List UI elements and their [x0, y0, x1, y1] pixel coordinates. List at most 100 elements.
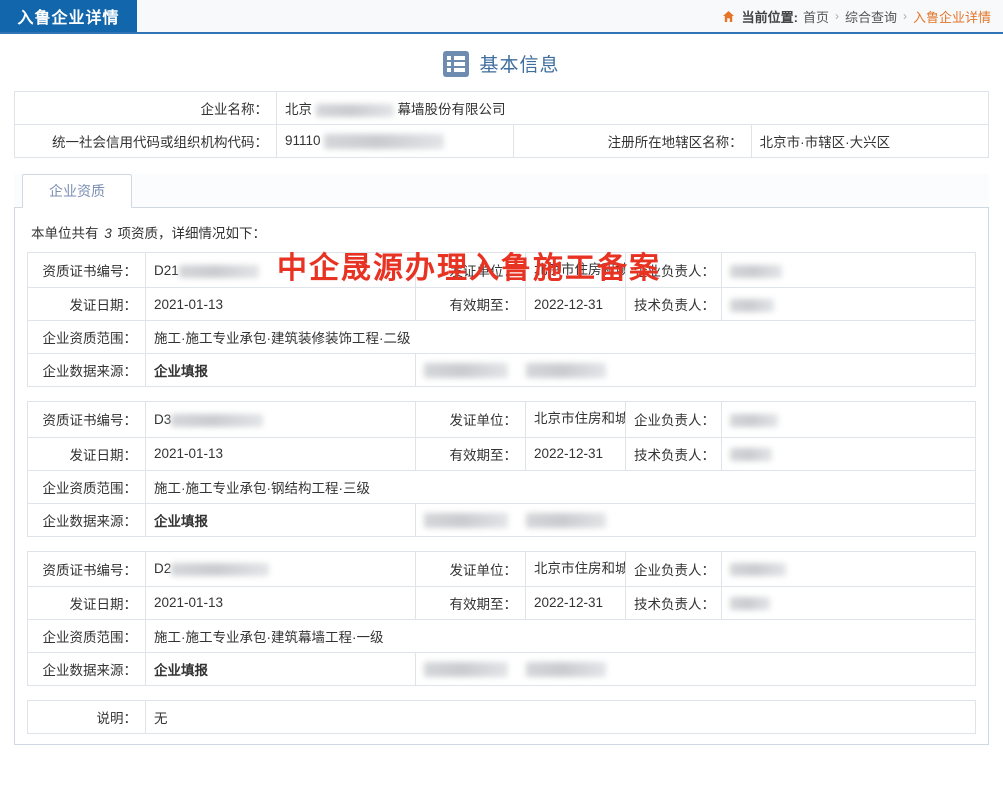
summary-count: 3: [104, 226, 112, 241]
basic-info-table: 企业名称： 北京 幕墙股份有限公司 统一社会信用代码或组织机构代码： 91110…: [14, 91, 990, 158]
cert-no-label: 资质证书编号：: [27, 550, 146, 587]
legal-rep-label: 企业负责人：: [625, 251, 722, 289]
table-row: 说明： 无: [27, 699, 976, 734]
issue-date-value: 2021-01-13: [145, 436, 416, 471]
table-row: 统一社会信用代码或组织机构代码： 91110 注册所在地辖区名称： 北京市·市辖…: [14, 124, 990, 158]
scope-label: 企业资质范围：: [27, 618, 146, 653]
top-bar: 入鲁企业详情 当前位置: 首页 › 综合查询 › 入鲁企业详情: [0, 0, 1003, 34]
source-value: 企业填报: [145, 353, 416, 388]
tech-rep-label: 技术负责人：: [625, 585, 722, 620]
qualification-block: 资质证书编号： D3 发证单位： 北京市住房和城乡建设委员会 企业负责人： 发证…: [27, 401, 976, 537]
breadcrumb: 当前位置: 首页 › 综合查询 › 入鲁企业详情: [137, 0, 1003, 32]
redacted-block: [315, 103, 394, 117]
legal-rep-label: 企业负责人：: [625, 401, 722, 438]
qualification-table: 资质证书编号： D21 发证单位： 北京市住房和城乡建设委员会 企业负责人： 发…: [27, 251, 976, 388]
legal-rep-value: [721, 550, 976, 587]
redacted-block: [424, 363, 508, 379]
table-row: 企业数据来源： 企业填报: [27, 502, 976, 537]
scope-value: 施工·施工专业承包·建筑幕墙工程·一级: [145, 618, 976, 653]
cert-no-prefix: D21: [154, 262, 179, 278]
tech-rep-label: 技术负责人：: [625, 287, 722, 322]
qualification-summary: 本单位共有 3 项资质，详细情况如下：: [31, 222, 976, 242]
table-row: 发证日期： 2021-01-13 有效期至： 2022-12-31 技术负责人：: [27, 585, 976, 620]
note-table: 说明： 无: [27, 699, 976, 734]
redacted-block: [171, 413, 264, 427]
table-row: 企业数据来源： 企业填报: [27, 353, 976, 388]
legal-rep-label: 企业负责人：: [625, 550, 722, 587]
cert-no-label: 资质证书编号：: [27, 251, 146, 289]
tech-rep-value: [721, 287, 976, 322]
table-row: 资质证书编号： D2 发证单位： 北京市住房和城乡建设委员会 企业负责人：: [27, 550, 976, 587]
redacted-block: [730, 298, 774, 312]
scope-label: 企业资质范围：: [27, 469, 146, 504]
breadcrumb-item-current: 入鲁企业详情: [912, 9, 991, 25]
redacted-block: [424, 512, 508, 528]
redacted-block: [324, 133, 445, 149]
qualification-table: 资质证书编号： D3 发证单位： 北京市住房和城乡建设委员会 企业负责人： 发证…: [27, 401, 976, 537]
credit-code-label: 统一社会信用代码或组织机构代码：: [14, 124, 277, 158]
cert-no-value: D21: [145, 251, 416, 289]
list-icon: [443, 50, 470, 77]
qualification-table: 资质证书编号： D2 发证单位： 北京市住房和城乡建设委员会 企业负责人： 发证…: [27, 550, 976, 686]
valid-until-value: 2022-12-31: [525, 287, 626, 322]
issue-date-value: 2021-01-13: [145, 585, 416, 620]
redacted-block: [730, 447, 772, 461]
note-label: 说明：: [27, 699, 146, 734]
basic-info-title: 基本信息: [479, 55, 560, 76]
issue-date-label: 发证日期：: [27, 287, 146, 322]
qualification-tab-panel: 企业资质 本单位共有 3 项资质，详细情况如下： 资质证书编号： D21 发证单…: [14, 174, 989, 745]
breadcrumb-item-home[interactable]: 首页: [803, 7, 829, 26]
redacted-block: [525, 363, 606, 379]
table-row: 发证日期： 2021-01-13 有效期至： 2022-12-31 技术负责人：: [27, 436, 976, 471]
tab-enterprise-qualification[interactable]: 企业资质: [22, 174, 132, 208]
breadcrumb-item-query[interactable]: 综合查询: [845, 7, 897, 26]
tab-strip: 企业资质: [14, 174, 989, 208]
tech-rep-value: [721, 585, 976, 620]
source-value: 企业填报: [145, 651, 416, 686]
qualification-block: 资质证书编号： D21 发证单位： 北京市住房和城乡建设委员会 企业负责人： 发…: [27, 251, 976, 388]
breadcrumb-separator-1: ›: [834, 9, 839, 23]
note-value: 无: [145, 699, 976, 734]
credit-code-prefix: 91110: [285, 133, 321, 149]
basic-info-heading: 基本信息: [14, 34, 989, 91]
issuer-value: 北京市住房和城乡建设委员会: [525, 401, 626, 438]
table-row: 企业资质范围： 施工·施工专业承包·建筑装修装饰工程·二级: [27, 320, 976, 355]
redacted-block: [525, 661, 606, 677]
issuer-label: 发证单位：: [415, 550, 526, 587]
redacted-block: [730, 597, 770, 611]
breadcrumb-separator-2: ›: [902, 9, 907, 23]
issuer-label: 发证单位：: [415, 251, 526, 289]
cert-no-prefix: D3: [154, 411, 172, 427]
cert-no-label: 资质证书编号：: [27, 401, 146, 438]
district-value: 北京市·市辖区·大兴区: [750, 124, 990, 158]
issuer-value: 北京市住房和城乡建设委员会: [525, 251, 626, 289]
valid-until-label: 有效期至：: [415, 585, 526, 620]
source-extra-value: [415, 353, 976, 388]
tab-label: 企业资质: [49, 183, 105, 199]
legal-rep-value: [721, 401, 976, 438]
source-value: 企业填报: [145, 502, 416, 537]
qualification-block: 资质证书编号： D2 发证单位： 北京市住房和城乡建设委员会 企业负责人： 发证…: [27, 550, 976, 686]
table-row: 资质证书编号： D3 发证单位： 北京市住房和城乡建设委员会 企业负责人：: [27, 401, 976, 438]
issuer-label: 发证单位：: [415, 401, 526, 438]
company-name-suffix: 幕墙股份有限公司: [397, 102, 506, 117]
issue-date-label: 发证日期：: [27, 436, 146, 471]
source-extra-value: [415, 651, 976, 686]
redacted-block: [424, 661, 508, 677]
issue-date-label: 发证日期：: [27, 585, 146, 620]
qualification-panel: 本单位共有 3 项资质，详细情况如下： 资质证书编号： D21 发证单位： 北京…: [14, 208, 989, 745]
valid-until-label: 有效期至：: [415, 436, 526, 471]
table-row: 企业名称： 北京 幕墙股份有限公司: [14, 91, 989, 125]
summary-prefix: 本单位共有: [31, 226, 99, 241]
legal-rep-value: [721, 251, 976, 289]
table-row: 企业资质范围： 施工·施工专业承包·钢结构工程·三级: [27, 469, 976, 504]
redacted-block: [730, 264, 782, 278]
page-title-tab: 入鲁企业详情: [0, 0, 137, 32]
valid-until-value: 2022-12-31: [525, 436, 626, 471]
tech-rep-value: [721, 436, 976, 471]
table-row: 企业资质范围： 施工·施工专业承包·建筑幕墙工程·一级: [27, 618, 976, 653]
scope-value: 施工·施工专业承包·建筑装修装饰工程·二级: [145, 320, 976, 355]
company-name-prefix: 北京: [285, 102, 312, 117]
cert-no-value: D3: [145, 401, 416, 438]
redacted-block: [730, 413, 778, 427]
